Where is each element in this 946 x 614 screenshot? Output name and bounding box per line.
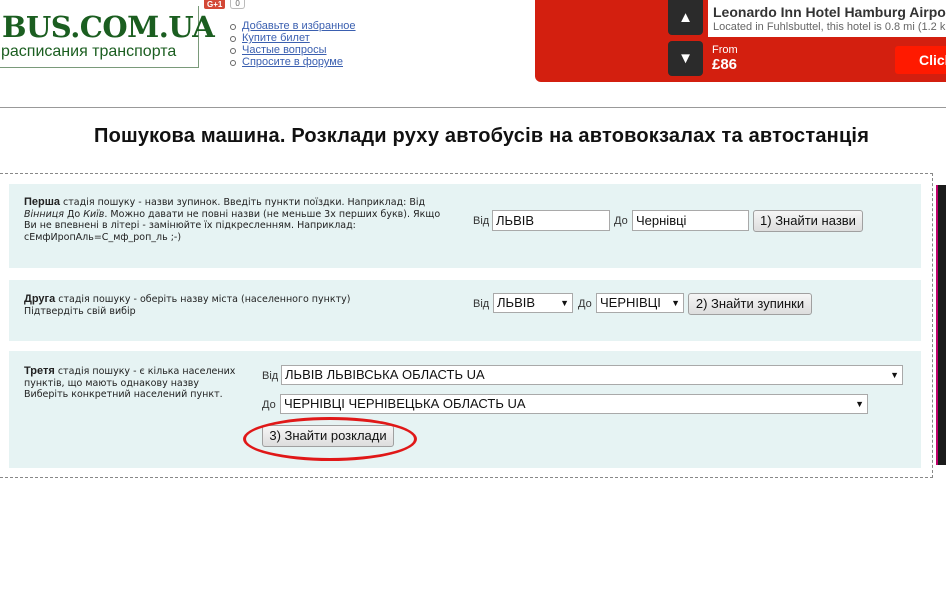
logo-title: BUS.COM.UA: [2, 10, 215, 44]
stage-2-description: Друга стадія пошуку - оберіть назву міст…: [24, 293, 351, 317]
stage-2-to-label: До: [578, 298, 592, 310]
stage-3-from-select[interactable]: ЛЬВІВ ЛЬВІВСЬКА ОБЛАСТЬ UA ▼: [281, 365, 903, 385]
find-names-button[interactable]: 1) Знайти назви: [753, 210, 863, 232]
dropdown-arrow-icon: ▼: [671, 298, 680, 308]
ad-price: £86: [712, 56, 738, 73]
gplus-count: 0: [230, 0, 245, 9]
stage-1-title: Перша: [24, 196, 61, 208]
stage-3-title: Третя: [24, 365, 55, 377]
ad-from-label: From: [712, 44, 738, 56]
list-item: Частые вопросы: [228, 44, 356, 56]
stage-2-from-label: Від: [473, 298, 490, 310]
stage-2-from-select[interactable]: ЛЬВІВ ▼: [493, 293, 573, 313]
hotel-ad-banner[interactable]: ▲ ▼ Leonardo Inn Hotel Hamburg Airpo Loc…: [535, 0, 946, 82]
stage-3-to-label: До: [262, 399, 276, 411]
stage-2-title: Друга: [24, 293, 56, 305]
gplus-button[interactable]: G+1: [204, 0, 226, 9]
link-faq[interactable]: Частые вопросы: [242, 44, 327, 56]
site-logo[interactable]: BUS.COM.UA расписания транспорта: [0, 6, 215, 68]
stage-1-to-label: До: [614, 215, 628, 227]
stage-1-description: Перша стадія пошуку - назви зупинок. Вве…: [24, 196, 441, 243]
list-item: Купите билет: [228, 32, 356, 44]
dropdown-arrow-icon: ▼: [855, 399, 864, 409]
top-links: Добавьте в избранное Купите билет Частые…: [228, 20, 356, 68]
list-item: Спросите в форуме: [228, 56, 356, 68]
stage-3-from-label: Від: [262, 370, 279, 382]
list-item: Добавьте в избранное: [228, 20, 356, 32]
header-divider: [0, 107, 946, 108]
ad-up-arrow-icon[interactable]: ▲: [668, 0, 703, 35]
find-stops-button[interactable]: 2) Знайти зупинки: [688, 293, 812, 315]
ad-info[interactable]: Leonardo Inn Hotel Hamburg Airpo Located…: [708, 0, 946, 37]
stage-3-to-select[interactable]: ЧЕРНІВЦІ ЧЕРНІВЕЦЬКА ОБЛАСТЬ UA ▼: [280, 394, 868, 414]
dropdown-arrow-icon: ▼: [560, 298, 569, 308]
link-forum[interactable]: Спросите в форуме: [242, 56, 343, 68]
link-add-favorites[interactable]: Добавьте в избранное: [242, 20, 356, 32]
highlight-ellipse: [243, 417, 417, 461]
gplus-widget: G+1 0: [204, 0, 245, 10]
logo-subtitle: расписания транспорта: [1, 43, 177, 60]
stage-1-from-label: Від: [473, 215, 490, 227]
stage-1-from-input[interactable]: [492, 210, 610, 231]
stage-2-to-select[interactable]: ЧЕРНІВЦІ ▼: [596, 293, 684, 313]
side-ad-strip: [936, 185, 946, 465]
ad-hotel-location: Located in Fuhlsbuttel, this hotel is 0.…: [713, 21, 946, 33]
page-title: Пошукова машина. Розклади руху автобусів…: [94, 125, 870, 147]
link-buy-ticket[interactable]: Купите билет: [242, 32, 310, 44]
stage-1-to-input[interactable]: [632, 210, 749, 231]
ad-hotel-name: Leonardo Inn Hotel Hamburg Airpo: [713, 4, 946, 20]
ad-click-button[interactable]: Click: [895, 46, 946, 74]
stage-3-description: Третя стадія пошуку - є кілька населених…: [24, 365, 236, 400]
dropdown-arrow-icon: ▼: [890, 370, 899, 380]
ad-down-arrow-icon[interactable]: ▼: [668, 41, 703, 76]
